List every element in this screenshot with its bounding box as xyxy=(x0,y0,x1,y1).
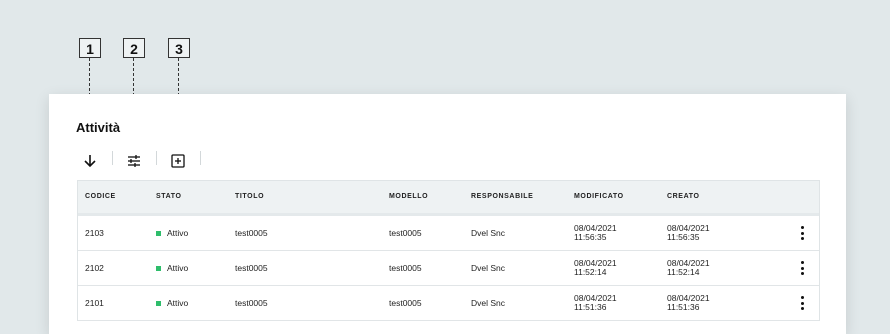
status-label: Attivo xyxy=(167,298,189,308)
cell-stato: Attivo xyxy=(156,286,188,320)
toolbar-divider xyxy=(200,151,201,165)
cell-codice: 2103 xyxy=(85,228,104,238)
modificato-time: 11:56:35 xyxy=(574,232,607,242)
add-button[interactable] xyxy=(166,149,190,173)
table-row[interactable]: 2103 Attivo test0005 test0005 Dvel Snc 0… xyxy=(78,216,819,251)
column-header-titolo[interactable]: TITOLO xyxy=(235,181,264,213)
row-more-menu-icon[interactable] xyxy=(799,226,805,240)
cell-creato: 08/04/2021 11:56:35 xyxy=(667,216,710,250)
status-active-icon xyxy=(156,265,161,271)
cell-creato: 08/04/2021 11:51:36 xyxy=(667,286,710,320)
cell-titolo: test0005 xyxy=(235,228,268,238)
cell-responsabile: Dvel Snc xyxy=(471,263,506,273)
row-more-menu-icon[interactable] xyxy=(799,296,805,310)
filter-button[interactable] xyxy=(122,149,146,173)
cell-responsabile: Dvel Snc xyxy=(471,228,506,238)
table-header: CODICE STATO TITOLO MODELLO RESPONSABILE… xyxy=(78,181,819,216)
status-label: Attivo xyxy=(167,228,189,238)
modificato-time: 11:51:36 xyxy=(574,302,607,312)
cell-modificato: 08/04/2021 11:51:36 xyxy=(574,286,617,320)
table-row[interactable]: 2102 Attivo test0005 test0005 Dvel Snc 0… xyxy=(78,251,819,286)
arrow-down-icon xyxy=(84,155,96,168)
column-header-creato[interactable]: CREATO xyxy=(667,181,700,213)
column-header-codice[interactable]: CODICE xyxy=(85,181,116,213)
cell-creato: 08/04/2021 11:52:14 xyxy=(667,251,710,285)
cell-titolo: test0005 xyxy=(235,263,268,273)
cell-stato: Attivo xyxy=(156,216,188,250)
column-header-modello[interactable]: MODELLO xyxy=(389,181,428,213)
activities-table: CODICE STATO TITOLO MODELLO RESPONSABILE… xyxy=(77,180,820,321)
row-more-menu-icon[interactable] xyxy=(799,261,805,275)
sliders-icon xyxy=(128,155,140,167)
creato-time: 11:51:36 xyxy=(667,302,700,312)
status-active-icon xyxy=(156,230,161,236)
column-header-responsabile[interactable]: RESPONSABILE xyxy=(471,181,533,213)
cell-stato: Attivo xyxy=(156,251,188,285)
column-header-stato[interactable]: STATO xyxy=(156,181,182,213)
sort-download-button[interactable] xyxy=(78,149,102,173)
toolbar-divider xyxy=(112,151,113,165)
table-row[interactable]: 2101 Attivo test0005 test0005 Dvel Snc 0… xyxy=(78,286,819,321)
status-active-icon xyxy=(156,300,161,306)
creato-time: 11:52:14 xyxy=(667,267,700,277)
status-label: Attivo xyxy=(167,263,189,273)
page-title: Attività xyxy=(76,120,121,135)
toolbar-divider xyxy=(156,151,157,165)
cell-modello: test0005 xyxy=(389,298,422,308)
cell-modello: test0005 xyxy=(389,263,422,273)
cell-modello: test0005 xyxy=(389,228,422,238)
callout-1: 1 xyxy=(79,38,101,58)
column-header-modificato[interactable]: MODIFICATO xyxy=(574,181,624,213)
add-box-icon xyxy=(171,154,185,168)
cell-titolo: test0005 xyxy=(235,298,268,308)
callout-3: 3 xyxy=(168,38,190,58)
cell-codice: 2102 xyxy=(85,263,104,273)
modificato-time: 11:52:14 xyxy=(574,267,607,277)
cell-responsabile: Dvel Snc xyxy=(471,298,506,308)
creato-time: 11:56:35 xyxy=(667,232,700,242)
cell-codice: 2101 xyxy=(85,298,104,308)
cell-modificato: 08/04/2021 11:52:14 xyxy=(574,251,617,285)
activities-panel: Attività CODICE STATO TITOLO MODELLO RES… xyxy=(49,94,846,334)
callout-2: 2 xyxy=(123,38,145,58)
cell-modificato: 08/04/2021 11:56:35 xyxy=(574,216,617,250)
